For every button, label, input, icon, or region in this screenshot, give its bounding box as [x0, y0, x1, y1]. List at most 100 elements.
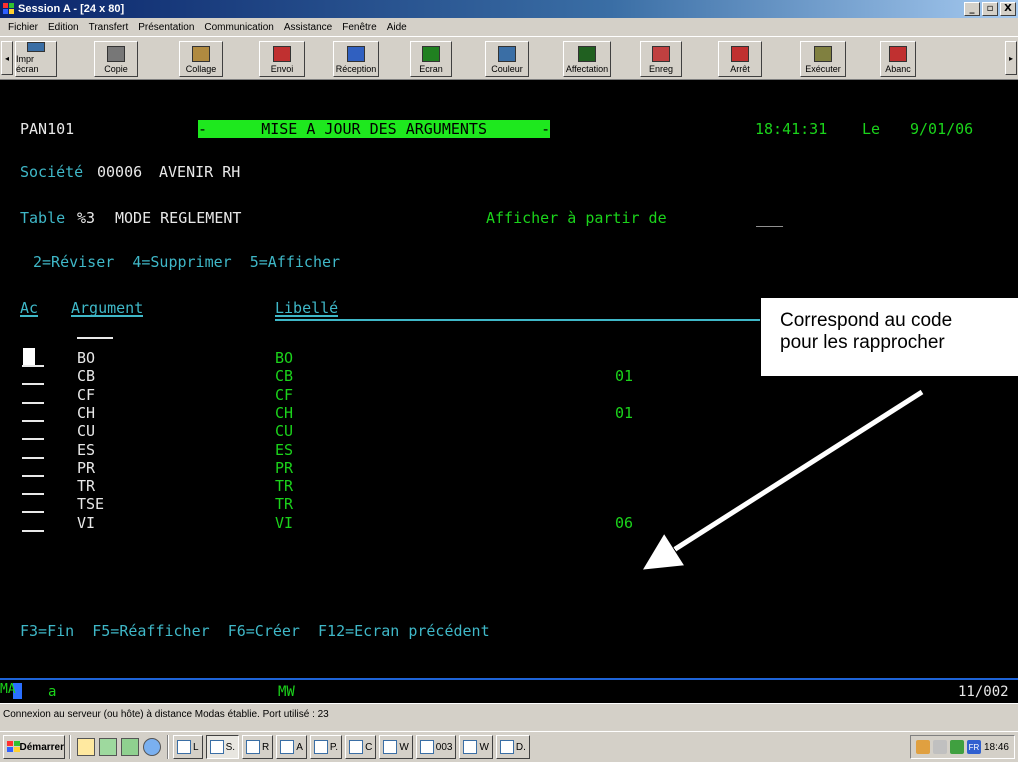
task-label: 003 — [435, 741, 453, 753]
task-app-icon — [383, 740, 398, 754]
task-label: C — [365, 741, 373, 753]
quicklaunch-icon-1[interactable] — [77, 738, 95, 756]
argument-entry-line — [77, 337, 113, 339]
task-app-icon — [499, 740, 514, 754]
internet-explorer-icon[interactable] — [143, 738, 161, 756]
taskbar-task-5[interactable]: C — [345, 735, 377, 759]
taskbar-task-8[interactable]: W — [459, 735, 493, 759]
menu-transfert[interactable]: Transfert — [84, 22, 134, 33]
menu-assistance[interactable]: Assistance — [279, 22, 337, 33]
stop-icon — [731, 46, 749, 62]
toolbar-scroll-left[interactable]: ◂ — [1, 41, 13, 75]
row-argument: ES — [77, 440, 96, 459]
toolbar-button-label: Affectation — [565, 64, 609, 74]
action-input[interactable] — [22, 383, 44, 386]
system-tray: FR 18:46 — [909, 735, 1015, 759]
terminal-screen[interactable]: PAN101 - MISE A JOUR DES ARGUMENTS - 18:… — [0, 81, 1018, 703]
status-separator — [0, 678, 1018, 680]
text-cursor — [23, 348, 35, 365]
window-titlebar[interactable]: Session A - [24 x 80] _ ▫ X — [0, 0, 1018, 18]
tray-language-icon[interactable]: FR — [966, 740, 981, 754]
row-libelle: CH — [275, 403, 294, 422]
toolbar-scroll-right[interactable]: ▸ — [1005, 41, 1017, 75]
quicklaunch-icon-3[interactable] — [121, 738, 139, 756]
clock[interactable]: 18:46 — [984, 742, 1009, 753]
row-argument: TSE — [77, 495, 105, 514]
taskbar-task-4[interactable]: P. — [309, 735, 343, 759]
keymap-icon — [578, 46, 596, 62]
windows-taskbar: Démarrer L S. R A P. C W 003 W D. FR 18:46 — [0, 731, 1018, 762]
emulator-app-icon[interactable] — [3, 3, 15, 15]
screen-icon — [422, 46, 440, 62]
row-argument: CF — [77, 385, 96, 404]
toolbar-button-3[interactable]: Envoi — [259, 41, 305, 77]
action-input[interactable] — [22, 511, 44, 514]
action-input[interactable] — [22, 365, 44, 367]
menu-edition[interactable]: Edition — [43, 22, 84, 33]
action-input[interactable] — [22, 529, 44, 532]
toolbar-button-2[interactable]: Collage — [179, 41, 223, 77]
toolbar-button-1[interactable]: Copie — [94, 41, 138, 77]
toolbar-button-label: Copie — [104, 64, 128, 74]
task-label: W — [479, 741, 489, 753]
column-argument: Argument — [71, 299, 144, 317]
row-code: 01 — [615, 403, 634, 422]
menu-fenetre[interactable]: Fenêtre — [337, 22, 381, 33]
row-code: 01 — [615, 367, 634, 386]
task-label: S. — [225, 741, 236, 753]
menu-communication[interactable]: Communication — [199, 22, 278, 33]
taskbar-task-9[interactable]: D. — [495, 735, 530, 759]
toolbar-button-8[interactable]: Enreg — [640, 41, 682, 77]
quicklaunch-icon-2[interactable] — [99, 738, 117, 756]
action-input[interactable] — [22, 419, 44, 422]
menu-fichier[interactable]: Fichier — [3, 22, 43, 33]
row-libelle: PR — [275, 458, 294, 477]
callout-line-2: pour les rapprocher — [780, 332, 945, 353]
window-title: Session A - [24 x 80] — [18, 3, 125, 15]
row-argument: TR — [77, 477, 96, 496]
taskbar-task-1[interactable]: S. — [205, 735, 240, 759]
close-button[interactable]: X — [1000, 2, 1016, 16]
taskbar-task-3[interactable]: A — [276, 735, 307, 759]
action-input[interactable] — [22, 493, 44, 496]
toolbar-button-6[interactable]: Couleur — [485, 41, 529, 77]
tray-network-icon[interactable] — [915, 740, 930, 754]
action-input[interactable] — [22, 401, 44, 404]
toolbar-button-7[interactable]: Affectation — [563, 41, 611, 77]
minimize-button[interactable]: _ — [964, 2, 980, 16]
toolbar-button-label: Enreg — [648, 64, 674, 74]
start-from-label: Afficher à partir de — [486, 209, 667, 227]
start-button[interactable]: Démarrer — [3, 735, 65, 759]
menu-bar: Fichier Edition Transfert Présentation C… — [0, 18, 1018, 36]
taskbar-task-2[interactable]: R — [242, 735, 274, 759]
task-label: A — [296, 741, 303, 753]
tray-volume-icon[interactable] — [932, 740, 947, 754]
toolbar: ◂ Impr écran Copie Collage Envoi Réception Ec… — [0, 36, 1018, 80]
header-underline — [275, 319, 760, 321]
menu-presentation[interactable]: Présentation — [133, 22, 199, 33]
toolbar-button-11[interactable]: Abanc — [880, 41, 916, 77]
annotation-callout: Correspond au code pour les rapprocher — [760, 297, 1018, 377]
taskbar-task-0[interactable]: L — [173, 735, 203, 759]
connection-status-bar: Connexion au serveur (ou hôte) à distanc… — [0, 703, 1018, 731]
cursor-position: 11/002 — [958, 684, 1009, 700]
action-input[interactable] — [22, 438, 44, 441]
task-app-icon — [463, 740, 478, 754]
start-label: Démarrer — [19, 741, 64, 753]
toolbar-button-10[interactable]: Exécuter — [800, 41, 846, 77]
menu-aide[interactable]: Aide — [382, 22, 412, 33]
toolbar-button-4[interactable]: Réception — [333, 41, 379, 77]
record-icon — [652, 46, 670, 62]
windows-flag-icon — [7, 741, 20, 753]
action-input[interactable] — [22, 456, 44, 459]
toolbar-button-5[interactable]: Ecran — [410, 41, 452, 77]
start-from-field[interactable]: ___ — [756, 209, 783, 227]
tray-antivirus-icon[interactable] — [949, 740, 964, 754]
taskbar-task-6[interactable]: W — [379, 735, 413, 759]
toolbar-button-9[interactable]: Arrêt — [718, 41, 762, 77]
maximize-button[interactable]: ▫ — [982, 2, 998, 16]
emulator-status-row: MA a MW 11/002 — [0, 681, 1018, 703]
toolbar-button-0[interactable]: Impr écran — [15, 41, 57, 77]
taskbar-task-7[interactable]: 003 — [415, 735, 457, 759]
action-input[interactable] — [22, 474, 44, 477]
